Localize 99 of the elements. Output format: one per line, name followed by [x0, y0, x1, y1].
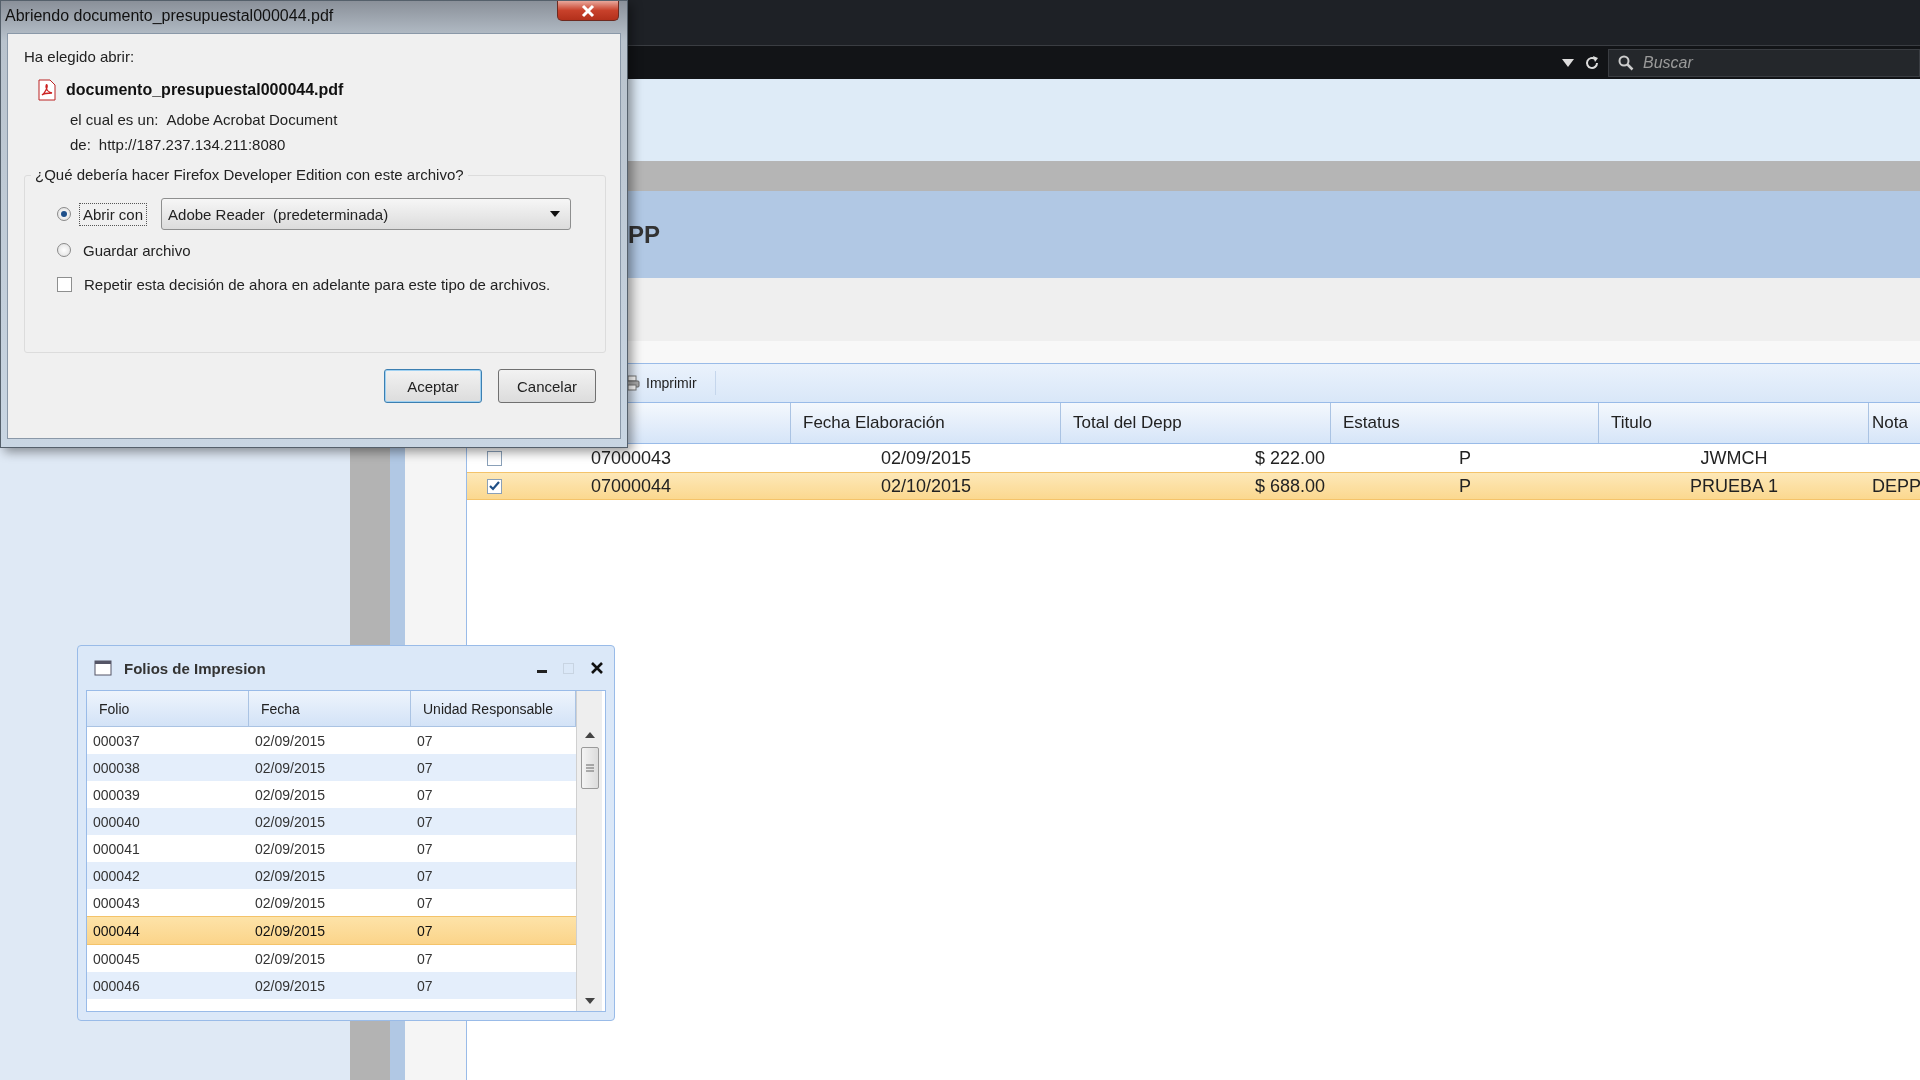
- table-cell: 07: [417, 759, 433, 776]
- row-checkbox[interactable]: [487, 450, 502, 466]
- column-header[interactable]: Nota: [1869, 403, 1920, 443]
- column-header[interactable]: Titulo: [1599, 403, 1869, 443]
- table-cell: 07000043: [591, 447, 672, 469]
- dialog-title: Abriendo documento_presupuestal000044.pdf: [5, 7, 334, 25]
- column-header[interactable]: Folio: [87, 691, 249, 727]
- caret-icon: [550, 211, 561, 217]
- table-cell: 02/09/2015: [255, 786, 326, 803]
- option-label[interactable]: Guardar archivo: [79, 238, 195, 262]
- file-name: documento_presupuestal000044.pdf: [66, 81, 344, 99]
- table-cell: 07: [417, 867, 433, 884]
- table-cell: P: [1459, 447, 1471, 468]
- table-cell: 000039: [93, 786, 140, 803]
- table-cell: 02/10/2015: [880, 475, 972, 496]
- radio-button[interactable]: [57, 243, 71, 257]
- table-cell: 07: [417, 813, 433, 830]
- close-button[interactable]: [588, 661, 606, 675]
- table-cell: 07: [417, 950, 433, 967]
- table-cell: 000040: [93, 813, 140, 830]
- table-cell: 02/09/2015: [255, 867, 326, 884]
- intro-text: Ha elegido abrir:: [24, 48, 136, 65]
- row-checkbox[interactable]: [487, 478, 502, 494]
- table-cell: 07: [417, 786, 433, 803]
- table-row[interactable]: 000037 02/09/2015 07: [87, 727, 576, 754]
- radio-button[interactable]: [57, 207, 71, 221]
- scrollbar[interactable]: [576, 691, 602, 1011]
- search-field[interactable]: Buscar: [1608, 48, 1920, 77]
- window-title: Folios de Impresion: [124, 659, 267, 677]
- table-cell: PRUEBA 1: [1689, 475, 1778, 496]
- table-cell: P: [1459, 475, 1471, 496]
- source-url: http://187.237.134.211:8080: [98, 136, 286, 153]
- scroll-down-icon[interactable]: [584, 997, 595, 1005]
- grip-icon: [585, 764, 594, 772]
- table-cell: DEPP: [1872, 475, 1920, 496]
- table-cell: 02/09/2015: [255, 977, 326, 994]
- grid-row[interactable]: 07000043 02/09/2015 $ 222.00 P JWMCH: [467, 444, 1920, 472]
- close-icon: [580, 3, 596, 18]
- table-cell: 000041: [93, 840, 140, 857]
- table-row[interactable]: 000038 02/09/2015 07: [87, 754, 576, 781]
- table-cell: 000046: [93, 977, 140, 994]
- table-cell: $ 688.00: [1254, 475, 1325, 496]
- table-cell: 07000044: [591, 475, 672, 497]
- table-cell: JWMCH: [1700, 447, 1768, 468]
- search-icon: [1618, 54, 1634, 71]
- window-icon: [94, 660, 112, 676]
- table-cell: 000043: [93, 894, 140, 911]
- column-header[interactable]: Estatus: [1331, 403, 1599, 443]
- table-cell: 000038: [93, 759, 140, 776]
- table-row[interactable]: 000039 02/09/2015 07: [87, 781, 576, 808]
- table-cell: 02/09/2015: [255, 922, 326, 939]
- table-cell: 02/09/2015: [255, 732, 326, 749]
- pdf-file-icon: [36, 79, 58, 101]
- grid-row[interactable]: 07000044 02/10/2015 $ 688.00 P PRUEBA 1 DEPP: [467, 472, 1920, 500]
- close-button[interactable]: [557, 1, 619, 21]
- column-header[interactable]: Fecha: [249, 691, 411, 727]
- table-cell: 07: [417, 977, 433, 994]
- table-cell: 000042: [93, 867, 140, 884]
- column-header[interactable]: Total del Depp: [1061, 403, 1331, 443]
- minimize-icon: [537, 670, 547, 673]
- type-label: el cual es un:: [70, 111, 159, 128]
- table-cell: 07: [417, 894, 433, 911]
- table-cell: $ 222.00: [1254, 447, 1325, 468]
- column-header[interactable]: Unidad Responsable: [411, 691, 576, 727]
- checkbox[interactable]: [57, 277, 72, 292]
- table-cell: 07: [417, 922, 433, 939]
- table-cell: 07: [417, 732, 433, 749]
- cancel-button[interactable]: Cancelar: [498, 369, 596, 403]
- table-cell: 02/09/2015: [255, 894, 326, 911]
- table-cell: 02/09/2015: [255, 759, 326, 776]
- table-row[interactable]: 000044 02/09/2015 07: [87, 916, 576, 945]
- scroll-up-icon[interactable]: [584, 731, 595, 739]
- accept-button[interactable]: Aceptar: [384, 369, 482, 403]
- scroll-thumb[interactable]: [580, 747, 599, 789]
- app-dropdown[interactable]: Adobe Reader (predeterminada): [161, 198, 572, 230]
- check-icon: [488, 480, 501, 492]
- checkbox-label[interactable]: Repetir esta decisión de ahora en adelante para este tipo de archivos.: [84, 276, 551, 293]
- table-cell: 02/09/2015: [255, 950, 326, 967]
- close-icon: [590, 661, 604, 675]
- table-cell: 000044: [93, 922, 140, 939]
- table-row[interactable]: 000046 02/09/2015 07: [87, 972, 576, 999]
- table-row[interactable]: 000042 02/09/2015 07: [87, 862, 576, 889]
- page-title: PP: [628, 220, 660, 249]
- table-cell: 02/09/2015: [880, 447, 972, 468]
- table-cell: 000037: [93, 732, 140, 749]
- table-cell: 02/09/2015: [255, 840, 326, 857]
- table-row[interactable]: 000045 02/09/2015 07: [87, 945, 576, 972]
- type-value: Adobe Acrobat Document: [166, 111, 338, 128]
- column-header[interactable]: Fecha Elaboración: [791, 403, 1061, 443]
- reload-icon[interactable]: [1584, 54, 1600, 71]
- table-cell: 02/09/2015: [255, 813, 326, 830]
- option-label[interactable]: Abrir con: [79, 202, 148, 226]
- table-cell: 000045: [93, 950, 140, 967]
- table-row[interactable]: 000040 02/09/2015 07: [87, 808, 576, 835]
- table-cell: 07: [417, 840, 433, 857]
- table-row[interactable]: 000043 02/09/2015 07: [87, 889, 576, 916]
- table-row[interactable]: 000041 02/09/2015 07: [87, 835, 576, 862]
- source-label: de:: [70, 136, 91, 153]
- question-text: ¿Qué debería hacer Firefox Developer Edition con este archivo?: [31, 166, 468, 183]
